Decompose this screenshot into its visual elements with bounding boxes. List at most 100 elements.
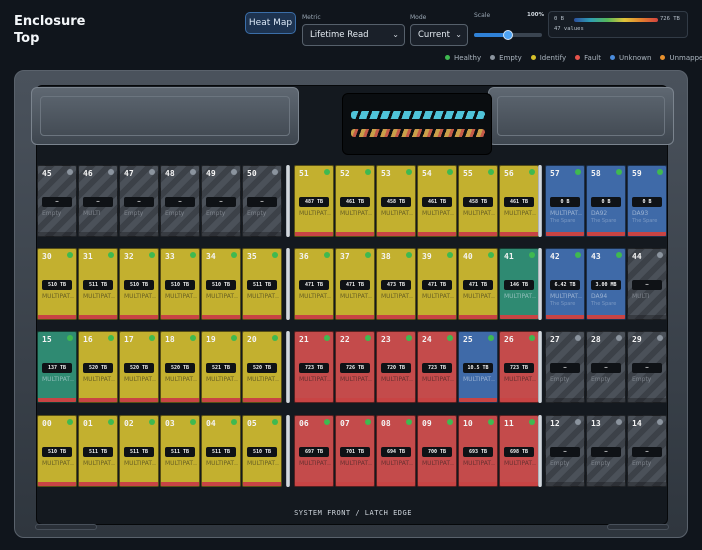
drive-bay-08[interactable]: 08 694 TB MULTIPAT… [376,415,416,487]
drive-bay-31[interactable]: 31 511 TB MULTIPAT… [78,248,118,320]
bay-status-strip [587,232,625,236]
drive-bay-40[interactable]: 40 471 TB MULTIPAT… [458,248,498,320]
drive-bay-07[interactable]: 07 701 TB MULTIPAT… [335,415,375,487]
metric-select[interactable]: Lifetime Read ⌄ [302,24,405,46]
bay-status-strip [587,482,625,486]
bay-status-strip [295,232,333,236]
drive-bay-25[interactable]: 25 10.5 TB MULTIPAT… [458,331,498,403]
drive-bay-15[interactable]: 15 137 TB MULTIPAT… [37,331,77,403]
drive-bay-23[interactable]: 23 720 TB MULTIPAT… [376,331,416,403]
drive-bay-28[interactable]: 28 — Empty [586,331,626,403]
drive-bay-10[interactable]: 10 693 TB MULTIPAT… [458,415,498,487]
drive-bay-12[interactable]: 12 — Empty [545,415,585,487]
bay-device-name: MULTIPAT… [42,460,74,467]
drive-bay-41[interactable]: 41 146 TB MULTIPAT… [499,248,539,320]
drive-bay-38[interactable]: 38 473 TB MULTIPAT… [376,248,416,320]
drive-bay-17[interactable]: 17 520 TB MULTIPAT… [119,331,159,403]
drive-bay-43[interactable]: 43 3.00 MB DA94 The Spare [586,248,626,320]
bay-status-strip [500,232,538,236]
drive-bay-21[interactable]: 21 723 TB MULTIPAT… [294,331,334,403]
bay-number: 30 [42,252,52,261]
drive-bay-32[interactable]: 32 510 TB MULTIPAT… [119,248,159,320]
bay-status-strip [587,398,625,402]
drive-bay-27[interactable]: 27 — Empty [545,331,585,403]
bay-status-strip [377,398,415,402]
drive-bay-02[interactable]: 02 511 TB MULTIPAT… [119,415,159,487]
status-led-icon [365,169,371,175]
drive-bay-42[interactable]: 42 6.42 TB MULTIPAT… The Spare [545,248,585,320]
bay-status-strip [243,398,281,402]
drive-bay-03[interactable]: 03 511 TB MULTIPAT… [160,415,200,487]
drive-bay-16[interactable]: 16 520 TB MULTIPAT… [78,331,118,403]
drive-bay-56[interactable]: 56 461 TB MULTIPAT… [499,165,539,237]
bay-value: 6.42 TB [550,280,580,290]
drive-bay-53[interactable]: 53 458 TB MULTIPAT… [376,165,416,237]
drive-bay-33[interactable]: 33 510 TB MULTIPAT… [160,248,200,320]
drive-bay-51[interactable]: 51 487 TB MULTIPAT… [294,165,334,237]
drive-bay-18[interactable]: 18 520 TB MULTIPAT… [160,331,200,403]
bay-status-strip [377,315,415,319]
drive-bay-44[interactable]: 44 — MULTI [627,248,667,320]
drive-bay-49[interactable]: 49 — Empty [201,165,241,237]
drive-bay-14[interactable]: 14 — Empty [627,415,667,487]
status-led-icon [406,252,412,258]
bay-status-strip [418,398,456,402]
drive-bay-46[interactable]: 46 — MULTI [78,165,118,237]
scale-slider[interactable] [474,30,542,40]
drive-bay-13[interactable]: 13 — Empty [586,415,626,487]
bay-number: 05 [247,419,257,428]
status-led-icon [447,419,453,425]
drive-bay-47[interactable]: 47 — Empty [119,165,159,237]
bay-role: The Spare [550,218,576,224]
drive-bay-04[interactable]: 04 511 TB MULTIPAT… [201,415,241,487]
bay-device-name: MULTIPAT… [299,210,331,217]
bay-status-strip [459,398,497,402]
drive-bay-57[interactable]: 57 0 B MULTIPAT… The Spare [545,165,585,237]
bay-number: 49 [206,169,216,178]
bay-value: 510 TB [124,280,154,290]
drive-bay-06[interactable]: 06 697 TB MULTIPAT… [294,415,334,487]
mode-select[interactable]: Current ⌄ [410,24,468,46]
heat-map-button[interactable]: Heat Map [245,12,296,34]
drive-bay-01[interactable]: 01 511 TB MULTIPAT… [78,415,118,487]
bay-status-strip [377,232,415,236]
drive-bay-22[interactable]: 22 726 TB MULTIPAT… [335,331,375,403]
drive-bay-37[interactable]: 37 471 TB MULTIPAT… [335,248,375,320]
drive-bay-35[interactable]: 35 511 TB MULTIPAT… [242,248,282,320]
drive-bay-05[interactable]: 05 510 TB MULTIPAT… [242,415,282,487]
bay-number: 32 [124,252,134,261]
drive-bay-58[interactable]: 58 0 B DA92 The Spare [586,165,626,237]
slider-handle[interactable] [503,30,513,40]
drive-bay-48[interactable]: 48 — Empty [160,165,200,237]
bay-status-strip [628,482,666,486]
drive-bay-26[interactable]: 26 723 TB MULTIPAT… [499,331,539,403]
bay-value: — [247,197,277,207]
drive-bay-45[interactable]: 45 — Empty [37,165,77,237]
drive-bay-11[interactable]: 11 698 TB MULTIPAT… [499,415,539,487]
status-led-icon [67,169,73,175]
drive-bay-36[interactable]: 36 471 TB MULTIPAT… [294,248,334,320]
drive-bay-52[interactable]: 52 461 TB MULTIPAT… [335,165,375,237]
drive-bay-19[interactable]: 19 521 TB MULTIPAT… [201,331,241,403]
status-led-icon [108,252,114,258]
status-led-icon [529,335,535,341]
drive-bay-54[interactable]: 54 461 TB MULTIPAT… [417,165,457,237]
status-led-icon [231,419,237,425]
drive-bay-39[interactable]: 39 471 TB MULTIPAT… [417,248,457,320]
drive-bay-30[interactable]: 30 510 TB MULTIPAT… [37,248,77,320]
drive-bay-50[interactable]: 50 — Empty [242,165,282,237]
drive-bay-34[interactable]: 34 510 TB MULTIPAT… [201,248,241,320]
drive-bay-00[interactable]: 00 510 TB MULTIPAT… [37,415,77,487]
bay-device-name: MULTIPAT… [247,293,279,300]
drive-bay-20[interactable]: 20 520 TB MULTIPAT… [242,331,282,403]
bay-value: 510 TB [206,280,236,290]
drive-bay-55[interactable]: 55 458 TB MULTIPAT… [458,165,498,237]
bay-number: 10 [463,419,473,428]
drive-bay-29[interactable]: 29 — Empty [627,331,667,403]
drive-bay-24[interactable]: 24 723 TB MULTIPAT… [417,331,457,403]
drive-bay-59[interactable]: 59 0 B DA93 The Spare [627,165,667,237]
status-led-icon [190,169,196,175]
drive-bay-09[interactable]: 09 700 TB MULTIPAT… [417,415,457,487]
bay-value: 511 TB [124,447,154,457]
bay-device-name: MULTIPAT… [124,293,156,300]
